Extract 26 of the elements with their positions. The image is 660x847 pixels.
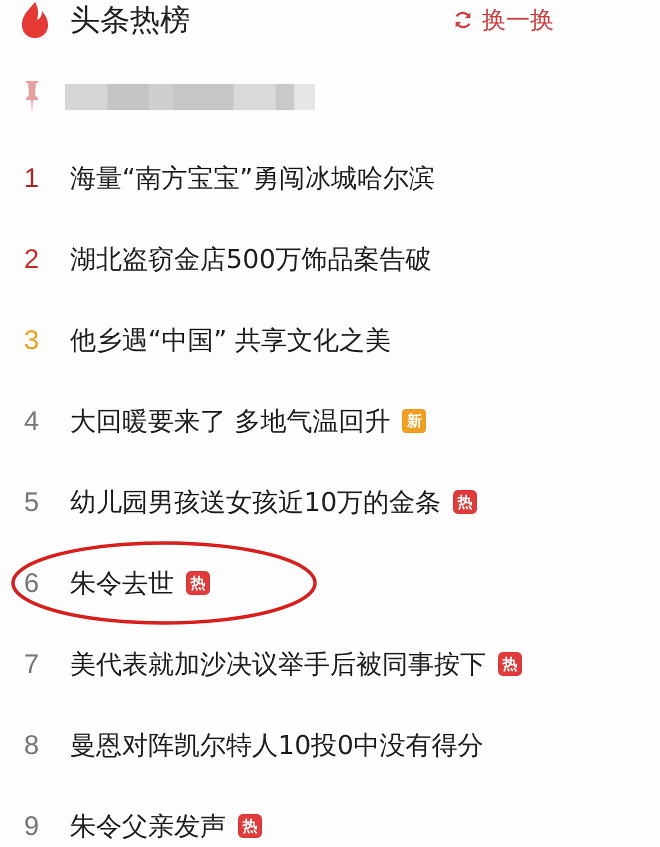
headline-link[interactable]: 朱令去世 — [70, 566, 174, 600]
refresh-button[interactable]: 换一换 — [452, 4, 554, 36]
headline-link[interactable]: 幼儿园男孩送女孩近10万的金条 — [70, 484, 442, 520]
rank-number: 8 — [24, 730, 40, 760]
headline-link[interactable]: 曼恩对阵凯尔特人10投0中没有得分 — [70, 728, 484, 762]
tag-badge: 新 — [402, 409, 426, 433]
headline-link[interactable]: 大回暖要来了 多地气温回升 — [70, 404, 390, 438]
rank-number: 6 — [24, 568, 40, 598]
headline-link[interactable]: 美代表就加沙决议举手后被同事按下 — [70, 646, 486, 682]
rank-number: 5 — [24, 486, 40, 518]
rank-number: 4 — [24, 406, 40, 436]
tag-badge: 热 — [238, 814, 262, 838]
headline-link[interactable]: 海量“南方宝宝”勇闯冰城哈尔滨 — [70, 160, 435, 196]
rank-number: 7 — [24, 648, 40, 680]
rank-number: 9 — [24, 810, 40, 842]
rank-number: 3 — [24, 324, 40, 356]
tag-badge: 热 — [498, 652, 522, 676]
headline-link[interactable]: 朱令父亲发声 — [70, 808, 226, 844]
tag-badge: 热 — [186, 571, 210, 595]
rank-number: 2 — [24, 244, 40, 274]
headline-link[interactable]: 湖北盗窃金店500万饰品案告破 — [70, 242, 432, 276]
rank-number: 1 — [24, 162, 40, 194]
section-title: 头条热榜 — [70, 2, 190, 40]
flame-icon — [20, 1, 50, 39]
headline-link[interactable]: 他乡遇“中国” 共享文化之美 — [70, 322, 392, 358]
tag-badge: 热 — [453, 490, 478, 514]
